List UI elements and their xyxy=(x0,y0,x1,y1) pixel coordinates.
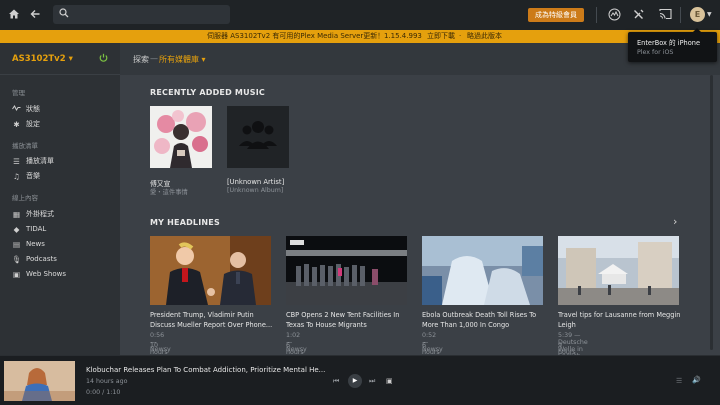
cast-icon[interactable] xyxy=(658,8,672,22)
headline-title: Travel tips for Lausanne from Meggin Lei… xyxy=(558,311,681,329)
microphone-icon: 🎙 xyxy=(12,254,22,264)
unknown-artist-icon xyxy=(227,106,289,168)
web-shows-icon: ▣ xyxy=(12,269,21,279)
sidebar-item-tidal[interactable]: ◆ TIDAL xyxy=(12,223,47,235)
search-icon xyxy=(59,8,69,21)
update-notice-bar: 伺服器 AS3102Tv2 有可用的Plex Media Server更新！ 1… xyxy=(0,30,720,43)
wrench-icon[interactable] xyxy=(632,8,646,22)
main-content: 探索 — 所有媒體庫 ▾ ··· RECENTLY ADDED MUSIC 傅又… xyxy=(120,43,720,355)
grid-icon: ▦ xyxy=(12,209,21,219)
divider xyxy=(680,7,681,23)
play-button[interactable]: ▶ xyxy=(348,374,362,388)
sidebar-item-web-shows[interactable]: ▣ Web Shows xyxy=(12,268,66,280)
headline-age: 6 hours ago xyxy=(286,342,304,355)
recently-added-music-title: RECENTLY ADDED MUSIC xyxy=(150,88,265,97)
activity-icon[interactable] xyxy=(607,8,621,22)
now-playing-thumbnail[interactable] xyxy=(4,361,75,401)
sidebar-item-label: 設定 xyxy=(26,120,40,128)
sidebar-item-label: 狀態 xyxy=(26,105,40,113)
server-selector[interactable]: AS3102Tv2 ▾ xyxy=(0,43,120,75)
album-cover xyxy=(150,106,212,168)
music-note-icon: ♫ xyxy=(13,171,20,181)
list-icon: ☰ xyxy=(13,156,20,166)
update-version: 1.15.4.993 xyxy=(384,32,422,40)
skip-version-link[interactable]: 略過此版本 xyxy=(467,30,502,43)
breadcrumb-separator: — xyxy=(150,54,158,63)
album-subtitle: [Unknown Album] xyxy=(227,187,284,194)
sidebar-item-settings[interactable]: ✱ 設定 xyxy=(12,118,40,130)
gear-icon: ✱ xyxy=(13,119,20,129)
popup-app-name: Plex for iOS xyxy=(637,49,674,56)
headline-thumbnail xyxy=(422,236,543,305)
headline-title: Ebola Outbreak Death Toll Rises To More … xyxy=(422,311,537,329)
premium-button[interactable]: 成為特級會員 xyxy=(528,8,584,22)
back-arrow-icon[interactable] xyxy=(28,8,42,22)
sidebar-item-status[interactable]: 狀態 xyxy=(12,103,40,115)
album-title: [Unknown Artist] xyxy=(227,178,285,186)
stop-icon[interactable]: ▣ xyxy=(386,377,393,385)
breadcrumb-library[interactable]: 所有媒體庫 ▾ xyxy=(159,54,206,65)
sidebar-item-label: Web Shows xyxy=(26,270,67,278)
headline-age: 6 hours ago xyxy=(422,342,440,355)
player-selector-popup[interactable]: EnterBox 的 iPhone Plex for iOS xyxy=(628,32,717,62)
search-input[interactable] xyxy=(73,7,223,22)
my-headlines-title: MY HEADLINES xyxy=(150,218,220,227)
search-box[interactable] xyxy=(53,5,230,24)
playqueue-icon[interactable]: ☰ xyxy=(676,377,682,385)
sidebar-item-label: 播放清單 xyxy=(26,157,54,165)
sidebar-item-label: Podcasts xyxy=(26,255,57,263)
server-name[interactable]: AS3102Tv2 ▾ xyxy=(12,54,73,64)
now-playing-time: 0:00 / 1:10 xyxy=(86,389,121,396)
section-label-manage: 管理 xyxy=(12,89,25,97)
headline-thumbnail xyxy=(558,236,679,305)
top-bar: 成為特級會員 E ▼ xyxy=(0,0,720,30)
notice-separator: · xyxy=(459,32,462,40)
news-icon: ▤ xyxy=(12,239,21,249)
avatar[interactable]: E xyxy=(690,7,705,22)
sidebar-item-podcasts[interactable]: 🎙 Podcasts xyxy=(12,253,57,265)
sidebar-item-news[interactable]: ▤ News xyxy=(12,238,45,250)
sidebar: AS3102Tv2 ▾ 管理 狀態 ✱ 設定 播放清單 ☰ 播放清單 ♫ 音樂 … xyxy=(0,43,120,355)
sidebar-item-music[interactable]: ♫ 音樂 xyxy=(12,170,40,182)
tidal-icon: ◆ xyxy=(13,224,20,234)
chevron-right-icon[interactable]: › xyxy=(673,215,677,228)
download-now-link[interactable]: 立即下載 xyxy=(427,30,455,43)
section-label-playlists: 播放清單 xyxy=(12,142,38,150)
headline-thumbnail xyxy=(286,236,407,305)
update-message: 伺服器 AS3102Tv2 有可用的Plex Media Server更新！ xyxy=(207,32,385,40)
power-icon[interactable] xyxy=(99,53,108,65)
scrollbar[interactable] xyxy=(710,75,713,350)
headline-title: CBP Opens 2 New Tent Facilities In Texas… xyxy=(286,311,400,329)
sidebar-item-label: News xyxy=(26,240,45,248)
album-subtitle: 愛・這件事情 xyxy=(150,189,188,196)
sidebar-item-label: TIDAL xyxy=(26,225,47,233)
headline-title: President Trump, Vladimir Putin Discuss … xyxy=(150,311,273,329)
divider xyxy=(596,7,597,23)
volume-icon[interactable]: 🔊 xyxy=(692,376,701,384)
headline-thumbnail xyxy=(150,236,271,305)
section-label-online: 線上內容 xyxy=(12,194,38,202)
sidebar-item-plugins[interactable]: ▦ 外掛程式 xyxy=(12,208,54,220)
next-icon[interactable]: ⏭ xyxy=(369,377,375,386)
previous-icon[interactable]: ⏮ xyxy=(333,377,339,386)
headline-age: 9 hours ago xyxy=(558,342,576,355)
sidebar-item-playlists[interactable]: ☰ 播放清單 xyxy=(12,155,54,167)
now-playing-title[interactable]: Klobuchar Releases Plan To Combat Addict… xyxy=(86,366,325,374)
activity-icon xyxy=(12,104,21,114)
headline-age: 10 hours ago xyxy=(150,342,168,355)
sidebar-item-label: 音樂 xyxy=(26,172,40,180)
chevron-down-icon[interactable]: ▼ xyxy=(707,11,712,18)
sidebar-item-label: 外掛程式 xyxy=(26,210,54,218)
now-playing-age: 14 hours ago xyxy=(86,378,128,385)
home-icon[interactable] xyxy=(7,8,21,22)
breadcrumb-explore[interactable]: 探索 xyxy=(133,54,149,65)
popup-device-name[interactable]: EnterBox 的 iPhone xyxy=(637,37,700,47)
